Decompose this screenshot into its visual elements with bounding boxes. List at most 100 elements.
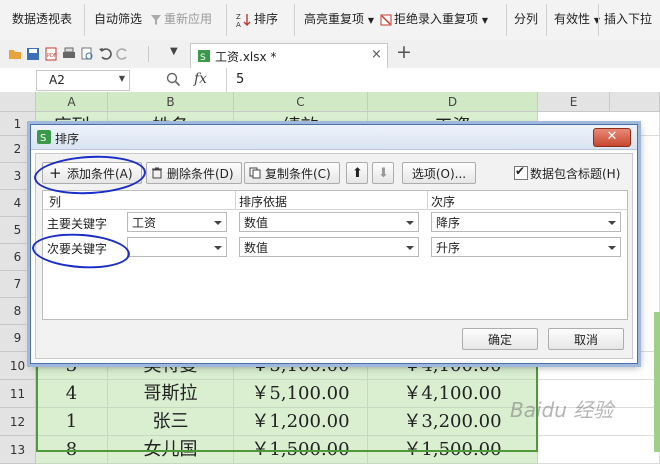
dialog-titlebar[interactable]: S 排序 ✕ (31, 125, 637, 150)
column-header-b[interactable]: B (108, 92, 234, 112)
quick-access-toolbar: PDF ▼ S 工资.xlsx * × + (0, 40, 660, 69)
pivot-table-button[interactable]: 数据透视表 (12, 10, 72, 28)
undo-icon[interactable] (98, 47, 112, 61)
sort-label: 排序 (254, 12, 279, 26)
table-cell[interactable]: 哥斯拉 (108, 380, 234, 408)
highlight-duplicates-label: 高亮重复项 (304, 12, 365, 26)
table-cell[interactable]: 女儿国 (108, 436, 234, 464)
redo-icon[interactable] (116, 47, 130, 61)
basis-select[interactable]: 数值 (239, 212, 419, 232)
insert-dropdown-button[interactable]: 插入下拉 (604, 10, 652, 28)
move-up-button[interactable]: ⬆ (346, 162, 368, 184)
folder-icon[interactable] (8, 47, 22, 61)
reject-duplicates-label: 拒绝录入重复项 (394, 12, 479, 26)
basis-select-value: 数值 (244, 241, 269, 255)
row-header[interactable]: 13 (0, 436, 36, 464)
arrow-up-icon: ⬆ (352, 166, 363, 181)
divider (427, 191, 428, 209)
table-cell[interactable]: ￥1,500.00 (368, 436, 538, 464)
new-tab-button[interactable]: + (396, 41, 412, 63)
order-select[interactable]: 降序 (431, 212, 621, 232)
zoom-search-icon[interactable] (166, 72, 181, 87)
chevron-down-icon (406, 246, 414, 250)
column-header-c[interactable]: C (234, 92, 368, 112)
column-select[interactable]: 工资 (127, 212, 227, 232)
sort-az-icon: ZA (236, 13, 251, 28)
column-header-e[interactable]: E (538, 92, 610, 112)
block-icon (380, 14, 392, 25)
save-icon[interactable] (26, 47, 40, 61)
close-icon[interactable]: × (371, 47, 382, 62)
options-button[interactable]: 选项(O)... (402, 162, 476, 184)
table-cell[interactable]: 1 (36, 408, 108, 436)
order-header-label: 次序 (431, 195, 456, 209)
tab-file-salary[interactable]: S 工资.xlsx * × (190, 43, 388, 68)
reject-duplicates-button[interactable]: 拒绝录入重复项 ▼ (380, 10, 488, 28)
ribbon-separator (294, 4, 295, 36)
has-header-checkbox[interactable]: ✔ (514, 164, 528, 180)
reapply-button[interactable]: 重新应用 (150, 10, 212, 28)
table-cell[interactable]: 张三 (108, 408, 234, 436)
divider (235, 191, 236, 209)
svg-text:S: S (40, 133, 46, 144)
svg-text:Z: Z (236, 13, 241, 21)
side-panel-edge (654, 312, 660, 452)
formula-input[interactable]: 5 (236, 72, 244, 87)
table-cell[interactable]: ￥1,500.00 (234, 436, 368, 464)
delete-condition-label: 删除条件(D) (167, 167, 234, 181)
highlight-duplicates-button[interactable]: 高亮重复项 ▼ (304, 10, 374, 28)
column-header-d[interactable]: D (368, 92, 538, 112)
print-icon[interactable] (62, 47, 76, 61)
row-header[interactable]: 12 (0, 408, 36, 436)
table-cell[interactable]: 8 (36, 436, 108, 464)
table-cell[interactable]: 4 (36, 380, 108, 408)
basis-select-value: 数值 (244, 216, 269, 230)
basis-header-label: 排序依据 (239, 195, 288, 209)
column-select-value: 工资 (132, 216, 157, 230)
table-cell[interactable] (538, 436, 660, 464)
svg-text:PDF: PDF (47, 53, 57, 59)
fx-icon[interactable]: fx (194, 71, 207, 87)
delete-condition-button[interactable]: 删除条件(D) (146, 162, 242, 184)
svg-text:S: S (200, 53, 206, 63)
ribbon-separator (226, 4, 227, 36)
order-select[interactable]: 升序 (431, 237, 621, 257)
print-preview-icon[interactable] (80, 47, 94, 61)
chevron-down-icon (608, 221, 616, 225)
name-box[interactable]: A2 ▼ (36, 70, 130, 91)
basis-select[interactable]: 数值 (239, 237, 419, 257)
watermark: Baidu 经验 (510, 398, 614, 422)
sort-button[interactable]: Z A 排序 (236, 10, 278, 28)
copy-condition-button[interactable]: 复制条件(C) (244, 162, 340, 184)
funnel-icon (151, 14, 161, 25)
row-header[interactable]: 11 (0, 380, 36, 408)
chevron-down-icon: ▼ (118, 74, 125, 83)
column-select[interactable] (127, 237, 227, 257)
ribbon-separator (84, 4, 85, 36)
pdf-icon[interactable]: PDF (44, 47, 58, 61)
ribbon: 数据透视表 自动筛选 重新应用 Z A 排序 高亮重复项 ▼ 拒绝录入重复项 ▼ 分… (0, 0, 660, 41)
text-to-columns-button[interactable]: 分列 (514, 10, 538, 28)
chevron-down-icon: ▼ (367, 16, 374, 25)
column-header-f[interactable] (610, 92, 660, 112)
checkmark-icon: ✔ (515, 164, 526, 178)
close-icon[interactable]: ✕ (593, 128, 631, 147)
ribbon-separator (598, 4, 599, 36)
autofilter-button[interactable]: 自动筛选 (94, 10, 142, 28)
move-down-button[interactable]: ⬇ (372, 162, 394, 184)
chevron-down-icon: ▼ (593, 16, 600, 25)
tab-file-label: 工资.xlsx * (215, 50, 277, 64)
ok-button[interactable]: 确定 (462, 328, 538, 350)
dialog-title: 排序 (55, 132, 80, 146)
validity-label: 有效性 (554, 12, 591, 26)
reapply-label: 重新应用 (164, 12, 213, 26)
qat-dropdown-icon[interactable]: ▼ (170, 46, 178, 57)
column-header-a[interactable]: A (36, 92, 108, 112)
validity-button[interactable]: 有效性 ▼ (554, 10, 600, 28)
table-cell[interactable]: ￥1,200.00 (234, 408, 368, 436)
ribbon-separator (506, 4, 507, 36)
table-cell[interactable]: ￥5,100.00 (234, 380, 368, 408)
select-all-corner[interactable] (0, 92, 36, 112)
cancel-button[interactable]: 取消 (548, 328, 624, 350)
arrow-down-icon: ⬇ (378, 166, 389, 181)
